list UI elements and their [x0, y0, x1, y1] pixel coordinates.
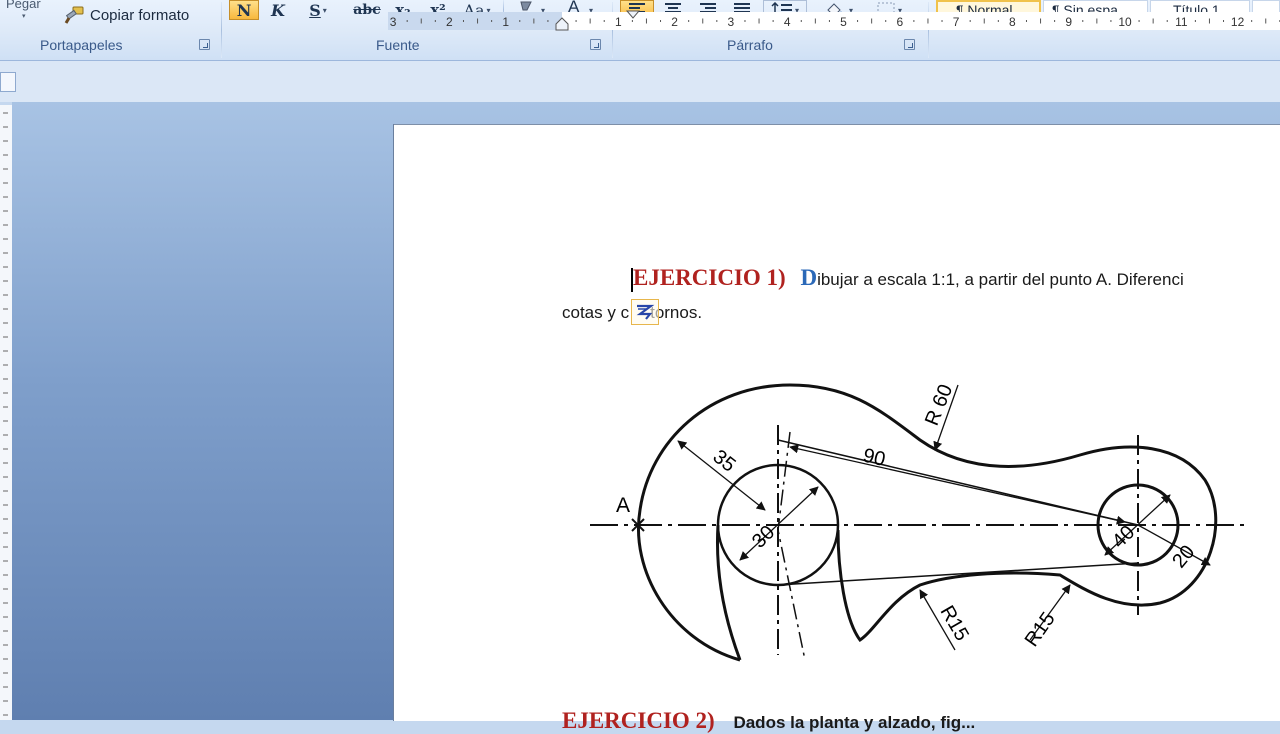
ruler-number: 7 — [953, 15, 960, 29]
ruler-number: 10 — [1118, 15, 1132, 29]
ruler-number: 2 — [671, 15, 678, 29]
technical-drawing: 35 30 90 R 60 40 20 R15 R15 A — [590, 381, 1245, 662]
autocorrect-lightning-icon — [636, 304, 655, 320]
exercise-2-line[interactable]: EJERCICIO 2) Dados la planta y alzado, f… — [562, 708, 975, 734]
ruler-number: 1 — [502, 15, 509, 29]
ruler-number: 8 — [1009, 15, 1016, 29]
ruler-number: 1 — [615, 15, 622, 29]
strike-label: abc — [353, 2, 381, 18]
group-separator — [221, 2, 222, 58]
bold-label: N — [236, 0, 252, 20]
ruler-bar — [0, 61, 1280, 102]
copy-format-button[interactable]: Copiar formato — [64, 4, 189, 26]
underline-dropdown-icon[interactable]: ▾ — [323, 6, 327, 15]
underline-label: S — [309, 0, 321, 20]
exercise-1-text-line2a: cotas y c — [562, 303, 630, 322]
ruler-number: 3 — [728, 15, 735, 29]
point-a-label: A — [616, 494, 630, 517]
copy-format-label: Copiar formato — [90, 6, 190, 24]
exercise-2-title: EJERCICIO 2) — [562, 708, 715, 733]
italic-label: K — [271, 0, 285, 20]
dimension-r60-text: R 60 — [921, 381, 957, 428]
dimension-r15-left-text: R15 — [936, 602, 973, 645]
format-painter-icon — [64, 6, 84, 24]
ruler-margin-area — [388, 12, 562, 30]
paste-button[interactable]: Pegar — [6, 0, 41, 11]
lower-tangent-line — [777, 562, 1139, 586]
ruler-number: 12 — [1231, 15, 1245, 29]
ruler-number: 11 — [1175, 15, 1188, 29]
dimension-r15-right-text: R15 — [1021, 608, 1060, 651]
exercise-1-text: ibujar a escala 1:1, a partir del punto … — [817, 270, 1184, 289]
bold-button[interactable]: N — [229, 0, 259, 20]
ruler-number: 4 — [784, 15, 791, 29]
exercise-1-dropcap: D — [800, 265, 818, 290]
ruler-number: 9 — [1065, 15, 1072, 29]
ruler-number: 6 — [896, 15, 903, 29]
ruler-number: 3 — [390, 15, 397, 29]
dimension-90-text: 90 — [861, 445, 888, 471]
ruler-number: 5 — [840, 15, 847, 29]
dimension-35-text: 35 — [709, 446, 740, 477]
tab-selector-button[interactable] — [0, 72, 16, 92]
clipboard-launcher-icon[interactable] — [199, 39, 210, 50]
strikethrough-button[interactable]: abc — [352, 0, 382, 20]
ruler-text-area — [562, 12, 1280, 30]
underline-button[interactable]: S ▾ — [301, 0, 335, 20]
exercise-1-title: EJERCICIO 1) — [633, 265, 786, 290]
paragraph-group-label: Párrafo — [727, 37, 773, 53]
paste-dropdown-icon[interactable]: ▾ — [22, 12, 26, 20]
font-launcher-icon[interactable] — [590, 39, 601, 50]
exercise-2-text: Dados la planta y alzado, fig... — [733, 713, 976, 732]
exercise-1-line-1[interactable]: EJERCICIO 1) Dibujar a escala 1:1, a par… — [633, 265, 1184, 291]
vertical-ruler[interactable] — [0, 105, 12, 720]
clipboard-group-label: Portapapeles — [40, 37, 123, 53]
font-group-label: Fuente — [376, 37, 420, 53]
horizontal-ruler[interactable]: 3 2 1 1 2 3 4 5 6 7 8 9 10 11 12 — [388, 10, 1280, 32]
ruler-number: 2 — [446, 15, 453, 29]
paragraph-launcher-icon[interactable] — [904, 39, 915, 50]
autocorrect-options-button[interactable] — [631, 299, 659, 325]
italic-button[interactable]: K — [266, 0, 290, 20]
